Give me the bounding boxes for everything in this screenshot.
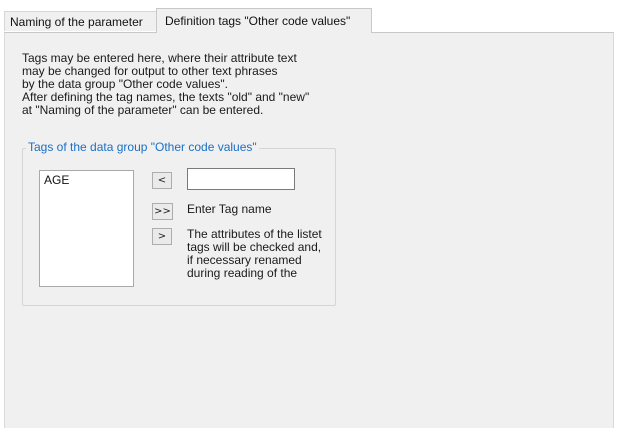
tag-name-input[interactable] xyxy=(187,168,295,190)
move-right-button[interactable]: > xyxy=(152,228,172,245)
note-line: during reading of the xyxy=(187,266,298,280)
tab-naming-of-parameter[interactable]: Naming of the parameter xyxy=(4,11,157,31)
tags-group-title: Tags of the data group "Other code value… xyxy=(26,140,259,154)
enter-tag-name-label: Enter Tag name xyxy=(187,202,272,216)
description-text: Tags may be entered here, where their at… xyxy=(22,52,352,117)
tag-list-item[interactable]: AGE xyxy=(44,173,133,188)
tab-definition-tags[interactable]: Definition tags "Other code values" xyxy=(156,8,372,33)
tag-list[interactable]: AGE xyxy=(39,170,134,287)
move-left-button[interactable]: < xyxy=(152,172,172,189)
rename-note-text: The attributes of the listet tags will b… xyxy=(187,228,322,280)
description-line: at "Naming of the parameter" can be ente… xyxy=(22,103,264,117)
dialog-window: Naming of the parameter Definition tags … xyxy=(0,0,619,428)
move-all-button[interactable]: >> xyxy=(152,203,173,220)
